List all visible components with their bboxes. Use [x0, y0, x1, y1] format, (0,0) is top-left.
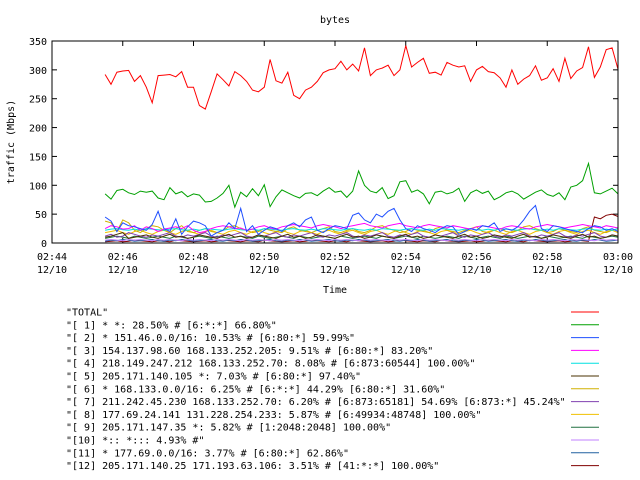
- legend-label: "[12] 205.171.140.25 171.193.63.106: 3.5…: [66, 461, 439, 472]
- legend-label: "[ 2] * 151.46.0.0/16: 10.53% # [6:80:*]…: [66, 333, 355, 344]
- legend-label: "[ 1] * *: 28.50% # [6:*:*] 66.80%": [66, 320, 277, 331]
- y-tick-label: 0: [41, 239, 47, 250]
- traffic-chart: bytes traffic (Mbps) Time 0 50 100 150 200 25…: [6, 15, 633, 472]
- y-tick-label: 350: [29, 37, 47, 48]
- y-axis-label: traffic (Mbps): [6, 100, 17, 184]
- x-tick-date-label: 12/10: [108, 265, 138, 276]
- y-tick-label: 100: [29, 181, 47, 192]
- y-tick-label: 150: [29, 152, 47, 163]
- x-tick-time-label: 02:46: [108, 252, 138, 263]
- x-tick-date-label: 12/10: [603, 265, 633, 276]
- x-tick-time-label: 03:00: [603, 252, 633, 263]
- legend-label: "[10] *:: *::: 4.93% #": [66, 436, 204, 447]
- legend-label: "[11] * 177.69.0.0/16: 3.77% # [6:80:*] …: [66, 448, 349, 459]
- x-tick-time-label: 02:44: [37, 252, 67, 263]
- y-tick-label: 300: [29, 66, 47, 77]
- legend: "TOTAL""[ 1] * *: 28.50% # [6:*:*] 66.80…: [66, 308, 599, 472]
- x-tick-time-label: 02:58: [532, 252, 562, 263]
- legend-label: "[ 6] * 168.133.0.0/16: 6.25% # [6:*:*] …: [66, 384, 445, 395]
- y-tick-label: 50: [35, 210, 47, 221]
- legend-label: "[ 3] 154.137.98.60 168.133.252.205: 9.5…: [66, 346, 433, 357]
- legend-label: "[ 7] 211.242.45.230 168.133.252.70: 6.2…: [66, 397, 566, 408]
- x-tick-date-label: 12/10: [391, 265, 421, 276]
- y-axis-ticks: 0 50 100 150 200 250 300 350: [29, 37, 618, 250]
- legend-label: "[ 5] 205.171.140.105 *: 7.03% # [6:80:*…: [66, 372, 361, 383]
- x-tick-time-label: 02:52: [320, 252, 350, 263]
- x-tick-time-label: 02:54: [391, 252, 421, 263]
- series-line: [104, 45, 619, 110]
- x-tick-date-label: 12/10: [249, 265, 279, 276]
- legend-label: "[ 4] 218.149.247.212 168.133.252.70: 8.…: [66, 359, 475, 370]
- y-tick-label: 200: [29, 124, 47, 135]
- plot-frame: [51, 40, 619, 244]
- series-line: [104, 161, 619, 209]
- legend-label: "[ 9] 205.171.147.35 *: 5.82% # [1:2048:…: [66, 423, 391, 434]
- legend-label: "TOTAL": [66, 308, 108, 319]
- x-tick-date-label: 12/10: [178, 265, 208, 276]
- x-tick-time-label: 02:50: [249, 252, 279, 263]
- x-tick-time-label: 02:48: [178, 252, 208, 263]
- x-tick-time-label: 02:56: [461, 252, 491, 263]
- legend-label: "[ 8] 177.69.24.141 131.228.254.233: 5.8…: [66, 410, 481, 421]
- x-tick-date-label: 12/10: [320, 265, 350, 276]
- x-tick-date-label: 12/10: [461, 265, 491, 276]
- x-axis-label: Time: [323, 285, 347, 296]
- chart-title: bytes: [320, 15, 350, 26]
- x-tick-date-label: 12/10: [37, 265, 67, 276]
- x-tick-date-label: 12/10: [532, 265, 562, 276]
- y-tick-label: 250: [29, 95, 47, 106]
- series-lines: [104, 45, 619, 243]
